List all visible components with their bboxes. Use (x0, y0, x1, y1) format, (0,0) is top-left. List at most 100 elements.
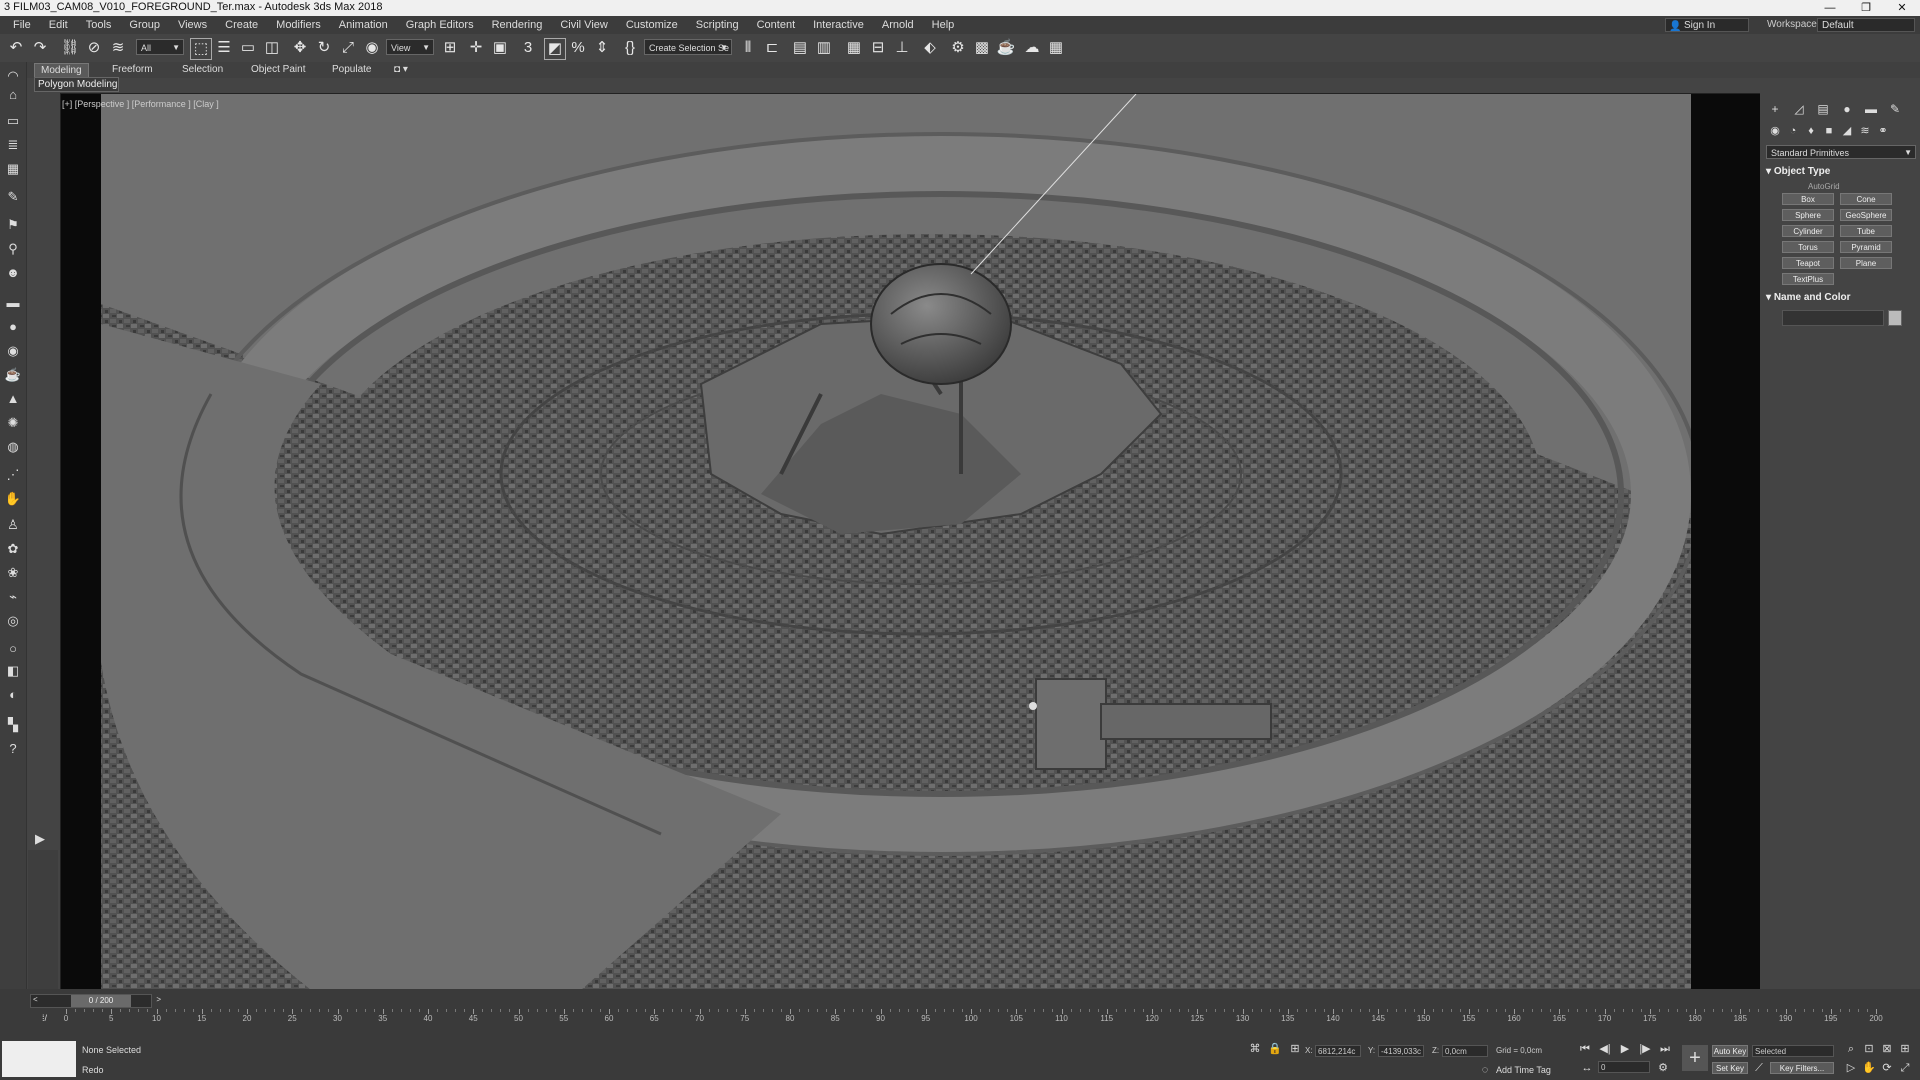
rendered-frame-icon[interactable]: ▩ (972, 38, 992, 58)
key-filters-button[interactable]: Key Filters... (1770, 1062, 1834, 1074)
key-mode-icon[interactable]: ↔ (1580, 1061, 1594, 1075)
grid-icon[interactable]: ▦ (3, 160, 23, 178)
add-time-tag[interactable]: Add Time Tag (1496, 1065, 1551, 1075)
workspaces-dropdown[interactable]: Default (1817, 18, 1915, 32)
pan-icon[interactable]: ✋ (1862, 1061, 1876, 1075)
menu-interactive[interactable]: Interactive (804, 16, 873, 34)
link-icon[interactable]: ⛓ (60, 38, 80, 58)
next-frame-icon[interactable]: > (156, 995, 161, 1004)
cylinder-icon[interactable]: ◉ (3, 342, 23, 360)
move-icon[interactable]: ✥ (290, 38, 310, 58)
render-setup-icon[interactable]: ⚙ (948, 38, 968, 58)
render-production-icon[interactable]: ☕ (996, 38, 1016, 58)
lights-icon[interactable]: ♦ (1802, 123, 1820, 139)
tab-populate[interactable]: Populate (326, 63, 377, 77)
menu-arnold[interactable]: Arnold (873, 16, 923, 34)
pivot-center-icon[interactable]: ⊞ (440, 38, 460, 58)
menu-group[interactable]: Group (120, 16, 169, 34)
cameras-icon[interactable]: ■ (1820, 123, 1838, 139)
mirror-icon[interactable]: ⫴ (738, 38, 758, 58)
menu-tools[interactable]: Tools (77, 16, 121, 34)
ribbon-toggle-icon[interactable]: ▦ (844, 38, 864, 58)
list-icon[interactable]: ≣ (3, 136, 23, 154)
primitive-cone-button[interactable]: Cone (1840, 193, 1892, 205)
primitive-plane-button[interactable]: Plane (1840, 257, 1892, 269)
scale-icon[interactable]: ⤢ (338, 38, 358, 58)
menu-create[interactable]: Create (216, 16, 267, 34)
key-filter-icon[interactable]: ⟋ (1752, 1061, 1766, 1075)
set-key-button[interactable]: Set Key (1712, 1062, 1748, 1074)
maxscript-listener[interactable] (2, 1041, 76, 1077)
tab-selection[interactable]: Selection (176, 63, 229, 77)
absolute-mode-icon[interactable]: ⊞ (1288, 1042, 1302, 1056)
hair-icon[interactable]: ⋰ (3, 466, 23, 484)
window-crossing-icon[interactable]: ◫ (262, 38, 282, 58)
people-icon[interactable]: ☻ (3, 264, 23, 282)
ribbon-options-icon[interactable]: ◘ ▾ (388, 63, 414, 77)
paint-icon[interactable]: ✎ (3, 188, 23, 206)
select-by-name-icon[interactable]: ☰ (214, 38, 234, 58)
walk-icon[interactable]: ⚑ (3, 216, 23, 234)
zoom-extents-all-icon[interactable]: ⊞ (1898, 1042, 1912, 1056)
light-icon[interactable]: ✺ (3, 414, 23, 432)
menu-graph-editors[interactable]: Graph Editors (397, 16, 483, 34)
z-coordinate-field[interactable]: 0,0cm (1442, 1045, 1488, 1057)
scene-explorer-icon[interactable]: ▤ (790, 38, 810, 58)
flower-icon[interactable]: ❀ (3, 564, 23, 582)
play-icon[interactable]: ▶ (1618, 1042, 1632, 1056)
key-mode-dropdown[interactable]: Selected (1752, 1045, 1834, 1057)
sign-in-button[interactable]: 👤 Sign In (1665, 18, 1749, 32)
snaps-toggle-icon[interactable]: 3 (518, 38, 538, 58)
zoom-extents-icon[interactable]: ⊠ (1880, 1042, 1894, 1056)
autogrid-checkbox[interactable]: AutoGrid (1808, 182, 1840, 191)
viewport-perspective[interactable] (60, 93, 1762, 991)
object-name-field[interactable] (1782, 310, 1884, 326)
minimize-button[interactable]: — (1812, 0, 1848, 16)
primitive-sphere-button[interactable]: Sphere (1782, 209, 1834, 221)
named-selection-dropdown[interactable]: Create Selection Se ▼ (644, 39, 732, 55)
render-online-icon[interactable]: ☁ (1022, 38, 1042, 58)
viewport-label[interactable]: [+] [Perspective ] [Performance ] [Clay … (62, 99, 219, 109)
fov-icon[interactable]: ▷ (1844, 1061, 1858, 1075)
shape-icon[interactable]: ⌂ (3, 86, 23, 104)
layer-explorer-icon[interactable]: ▥ (814, 38, 834, 58)
hierarchy-tab-icon[interactable]: ▤ (1814, 101, 1832, 117)
auto-key-button[interactable]: Auto Key (1712, 1045, 1748, 1057)
rect-selection-icon[interactable]: ▭ (238, 38, 258, 58)
menu-content[interactable]: Content (748, 16, 805, 34)
selection-filter-dropdown[interactable]: All ▼ (136, 39, 184, 55)
bind-spacewarp-icon[interactable]: ≋ (108, 38, 128, 58)
next-key-icon[interactable]: |▶ (1638, 1042, 1652, 1056)
help-icon[interactable]: ? (3, 740, 23, 758)
rotate-icon[interactable]: ↻ (314, 38, 334, 58)
primitive-tube-button[interactable]: Tube (1840, 225, 1892, 237)
pin-icon[interactable]: ⚲ (3, 240, 23, 258)
helpers-icon[interactable]: ◢ (1838, 123, 1856, 139)
menu-scripting[interactable]: Scripting (687, 16, 748, 34)
display-tab-icon[interactable]: ▬ (1862, 101, 1880, 117)
object-type-rollout[interactable]: ▾ Object Type (1766, 165, 1916, 179)
geometry-icon[interactable]: ◉ (1766, 123, 1784, 139)
place-icon[interactable]: ◉ (362, 38, 382, 58)
cloth-icon[interactable]: ✿ (3, 540, 23, 558)
name-and-color-rollout[interactable]: ▾ Name and Color (1766, 291, 1916, 305)
menu-animation[interactable]: Animation (330, 16, 397, 34)
previous-key-icon[interactable]: ◀| (1598, 1042, 1612, 1056)
menu-file[interactable]: File (4, 16, 40, 34)
zoom-all-icon[interactable]: ⊡ (1862, 1042, 1876, 1056)
circle-icon[interactable]: ○ (3, 640, 23, 658)
align-icon[interactable]: ⊏ (762, 38, 782, 58)
undo-icon[interactable]: ↶ (6, 38, 26, 58)
material-editor-icon[interactable]: ⬖ (920, 38, 940, 58)
motion-tab-icon[interactable]: ● (1838, 101, 1856, 117)
prev-frame-icon[interactable]: < (33, 995, 38, 1004)
geosphere-icon[interactable]: ◍ (3, 438, 23, 456)
menu-rendering[interactable]: Rendering (483, 16, 552, 34)
close-button[interactable]: ✕ (1884, 0, 1920, 16)
spacewarps-icon[interactable]: ≋ (1856, 123, 1874, 139)
cone-icon[interactable]: ▲ (3, 390, 23, 408)
maximize-button[interactable]: ❐ (1848, 0, 1884, 16)
time-tag-icon[interactable]: ◌ (1478, 1063, 1492, 1077)
primitive-torus-button[interactable]: Torus (1782, 241, 1834, 253)
primitive-box-button[interactable]: Box (1782, 193, 1834, 205)
